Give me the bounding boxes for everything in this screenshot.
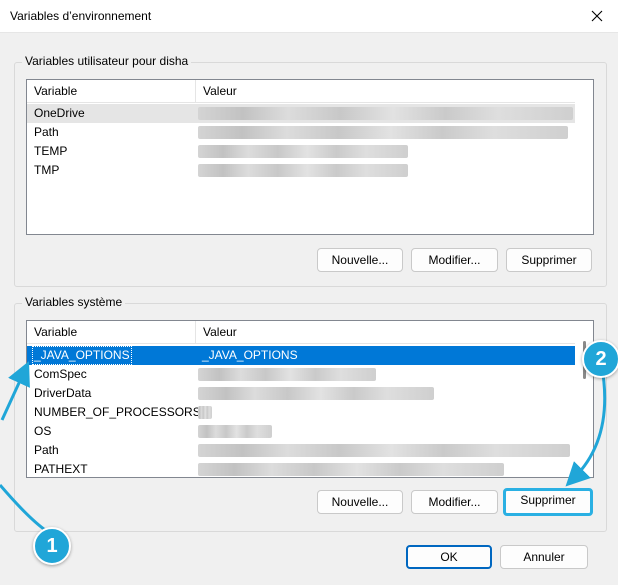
row-variable: NUMBER_OF_PROCESSORS — [34, 405, 201, 419]
redacted-value — [198, 425, 272, 438]
system-row-pathext[interactable]: PATHEXT — [27, 460, 575, 477]
user-row-path[interactable]: Path — [27, 123, 575, 142]
user-edit-button[interactable]: Modifier... — [411, 248, 498, 272]
redacted-value — [198, 406, 212, 419]
user-row-temp[interactable]: TEMP — [27, 142, 575, 161]
ok-button[interactable]: OK — [406, 545, 492, 569]
system-edit-button[interactable]: Modifier... — [411, 490, 498, 514]
list-header: Variable Valeur — [27, 321, 575, 344]
row-variable: Path — [34, 443, 59, 457]
row-variable: DriverData — [34, 386, 92, 400]
row-variable: Path — [34, 125, 59, 139]
row-value: _JAVA_OPTIONS — [202, 348, 298, 362]
user-row-onedrive[interactable]: OneDrive — [27, 104, 575, 123]
column-header-variable[interactable]: Variable — [27, 80, 196, 102]
redacted-value — [198, 444, 570, 457]
column-header-value[interactable]: Valeur — [196, 321, 573, 343]
redacted-value — [198, 387, 434, 400]
redacted-value — [198, 145, 408, 158]
row-variable: TMP — [34, 163, 60, 177]
system-delete-button[interactable]: Supprimer — [503, 488, 593, 516]
row-variable: _JAVA_OPTIONS — [32, 346, 132, 365]
close-button[interactable] — [584, 4, 610, 28]
window-title: Variables d’environnement — [10, 9, 152, 23]
callout-badge-1: 1 — [33, 527, 71, 565]
system-row-os[interactable]: OS — [27, 422, 575, 441]
system-row-java-options[interactable]: _JAVA_OPTIONS _JAVA_OPTIONS — [27, 346, 575, 365]
redacted-value — [198, 463, 504, 476]
title-bar: Variables d’environnement — [0, 0, 618, 33]
close-icon — [591, 10, 603, 22]
system-variables-group-label: Variables système — [22, 295, 126, 309]
user-variables-list[interactable]: Variable Valeur OneDrive Path TEMP TMP — [26, 79, 594, 235]
row-variable: TEMP — [34, 144, 68, 158]
system-row-path[interactable]: Path — [27, 441, 575, 460]
system-new-button[interactable]: Nouvelle... — [317, 490, 403, 514]
row-variable: PATHEXT — [34, 462, 88, 476]
user-delete-button[interactable]: Supprimer — [506, 248, 592, 272]
column-header-variable[interactable]: Variable — [27, 321, 196, 343]
system-row-number-of-processors[interactable]: NUMBER_OF_PROCESSORS — [27, 403, 575, 422]
column-header-value[interactable]: Valeur — [196, 80, 573, 102]
redacted-value — [198, 107, 573, 120]
redacted-value — [198, 368, 376, 381]
row-variable: OS — [34, 424, 52, 438]
system-row-comspec[interactable]: ComSpec — [27, 365, 575, 384]
callout-badge-2: 2 — [582, 340, 618, 378]
user-new-button[interactable]: Nouvelle... — [317, 248, 403, 272]
cancel-button[interactable]: Annuler — [500, 545, 588, 569]
row-variable: OneDrive — [34, 106, 85, 120]
redacted-value — [198, 126, 568, 139]
system-row-driverdata[interactable]: DriverData — [27, 384, 575, 403]
user-row-tmp[interactable]: TMP — [27, 161, 575, 180]
system-variables-list[interactable]: Variable Valeur _JAVA_OPTIONS _JAVA_OPTI… — [26, 320, 594, 478]
row-variable: ComSpec — [34, 367, 87, 381]
list-header: Variable Valeur — [27, 80, 575, 103]
user-variables-group-label: Variables utilisateur pour disha — [22, 54, 192, 68]
redacted-value — [198, 164, 408, 177]
